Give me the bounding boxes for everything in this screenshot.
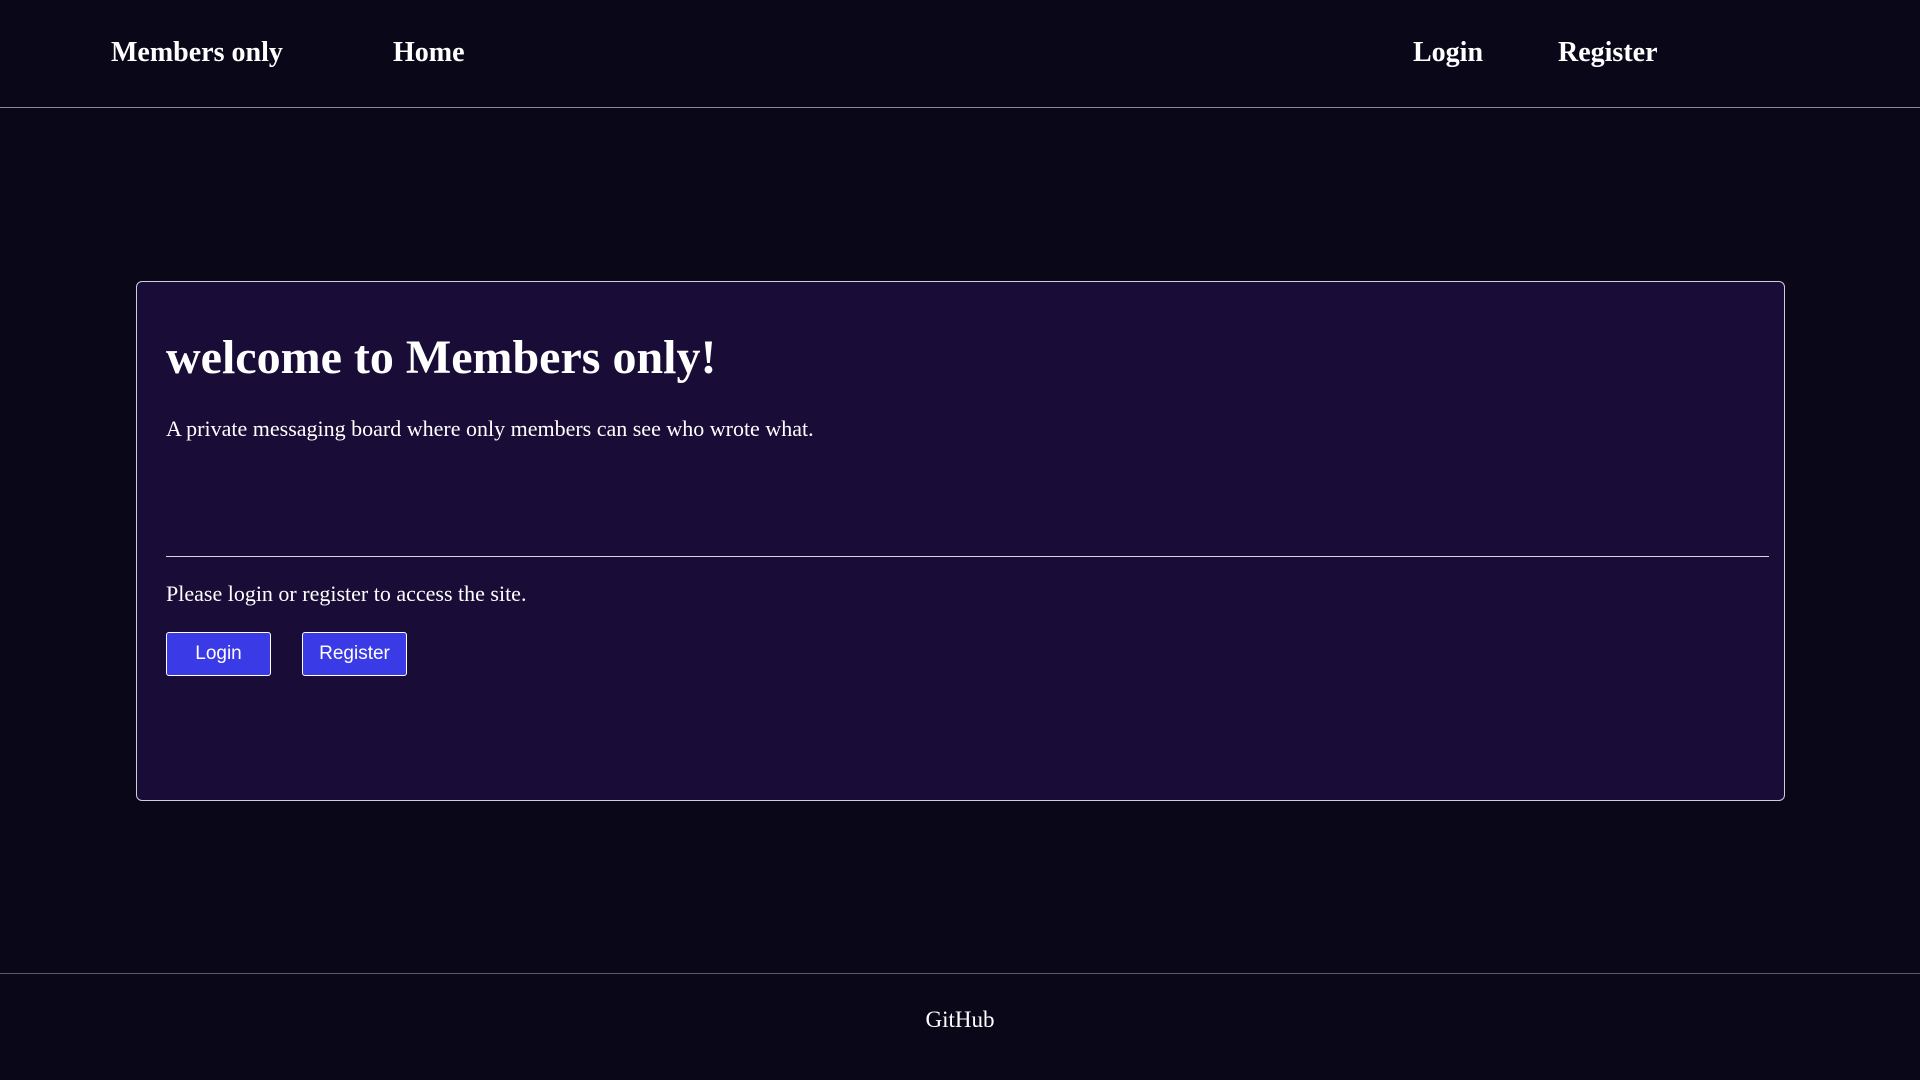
brand-link[interactable]: Members only: [111, 33, 283, 73]
nav-home-link[interactable]: Home: [393, 33, 465, 73]
github-link[interactable]: GitHub: [0, 1004, 1920, 1036]
welcome-card: welcome to Members only! A private messa…: [136, 281, 1785, 801]
register-button[interactable]: Register: [302, 632, 407, 676]
tagline-text: A private messaging board where only mem…: [166, 416, 814, 441]
access-prompt: Please login or register to access the s…: [166, 581, 527, 606]
login-button[interactable]: Login: [166, 632, 271, 676]
top-navbar: Members only Home Login Register: [0, 0, 1920, 108]
nav-register-link[interactable]: Register: [1558, 33, 1658, 73]
page-title: welcome to Members only!: [166, 331, 717, 384]
nav-login-link[interactable]: Login: [1413, 33, 1483, 73]
divider: [166, 556, 1769, 557]
footer: GitHub: [0, 973, 1920, 1080]
